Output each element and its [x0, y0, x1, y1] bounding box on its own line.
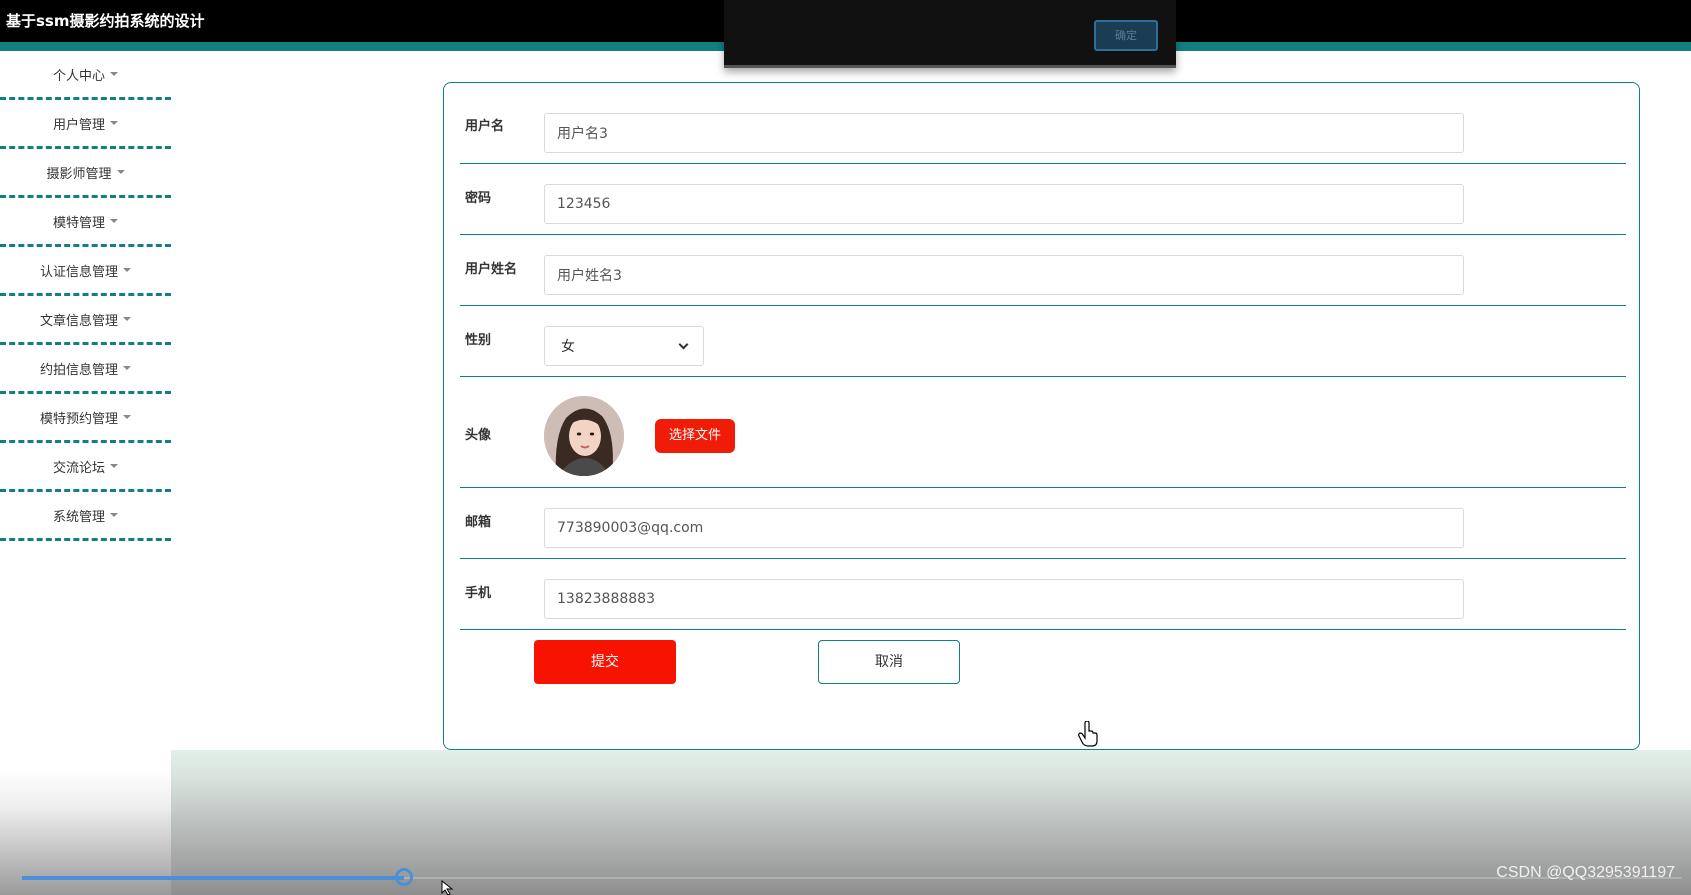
sidebar-item-user-management[interactable]: 用户管理	[0, 100, 171, 149]
username-label: 用户名	[465, 119, 505, 134]
password-label: 密码	[465, 191, 492, 206]
user-edit-form: 用户名 密码 用户姓名 性别 女 头像	[443, 82, 1640, 750]
sidebar-item-article-management[interactable]: 文章信息管理	[0, 296, 171, 345]
mouse-cursor-icon	[441, 880, 454, 895]
form-row-gender: 性别 女	[460, 306, 1626, 377]
username-input[interactable]	[544, 113, 1464, 153]
gender-label: 性别	[465, 333, 492, 348]
sidebar-item-system-management[interactable]: 系统管理	[0, 492, 171, 541]
caret-down-icon	[116, 170, 125, 174]
realname-label: 用户姓名	[465, 262, 518, 277]
sidebar-item-label: 用户管理	[52, 117, 105, 133]
phone-input[interactable]	[544, 579, 1464, 619]
alert-confirm-button[interactable]: 确定	[1094, 20, 1158, 51]
sidebar-item-label: 摄影师管理	[46, 166, 112, 182]
caret-down-icon	[110, 72, 118, 76]
sidebar-item-photographer-management[interactable]: 摄影师管理	[0, 149, 171, 198]
form-row-realname: 用户姓名	[460, 235, 1626, 306]
form-row-email: 邮箱	[460, 488, 1626, 559]
sidebar-item-label: 交流论坛	[52, 460, 105, 476]
sidebar-item-shoot-booking-management[interactable]: 约拍信息管理	[0, 345, 171, 394]
avatar-portrait-icon	[544, 396, 624, 476]
avatar-image	[544, 396, 624, 476]
sidebar-item-label: 约拍信息管理	[39, 362, 118, 378]
sidebar-item-label: 模特预约管理	[39, 411, 118, 427]
caret-down-icon	[110, 464, 118, 468]
submit-button[interactable]: 提交	[534, 640, 676, 684]
sidebar-item-certification-management[interactable]: 认证信息管理	[0, 247, 171, 296]
sidebar: 个人中心 用户管理 摄影师管理 模特管理 认证信息管理 文章信息管理 约拍信息管…	[0, 51, 171, 541]
sidebar-item-model-management[interactable]: 模特管理	[0, 198, 171, 247]
sidebar-item-model-reservation-management[interactable]: 模特预约管理	[0, 394, 171, 443]
email-input[interactable]	[544, 508, 1464, 548]
phone-label: 手机	[465, 586, 492, 601]
sidebar-item-personal-center[interactable]: 个人中心	[0, 51, 171, 100]
alert-dialog: 确定	[724, 0, 1176, 68]
caret-down-icon	[123, 415, 131, 419]
choose-file-button[interactable]: 选择文件	[655, 419, 735, 453]
avatar-label: 头像	[465, 428, 492, 443]
video-progress-handle[interactable]	[395, 868, 413, 886]
caret-down-icon	[110, 121, 118, 125]
sidebar-item-label: 模特管理	[52, 215, 105, 231]
cancel-button[interactable]: 取消	[818, 640, 960, 684]
sidebar-item-label: 文章信息管理	[39, 313, 118, 329]
watermark-text: CSDN @QQ3295391197	[1496, 864, 1675, 881]
sidebar-item-label: 个人中心	[52, 68, 105, 84]
form-row-phone: 手机	[460, 559, 1626, 630]
app-title: 基于ssm摄影约拍系统的设计	[6, 12, 205, 30]
chevron-down-icon	[678, 339, 689, 349]
caret-down-icon	[123, 268, 131, 272]
password-input[interactable]	[544, 184, 1464, 224]
sidebar-item-label: 系统管理	[52, 509, 105, 525]
hand-pointer-icon	[1078, 721, 1098, 747]
realname-input[interactable]	[544, 255, 1464, 295]
gender-selected-value: 女	[561, 339, 575, 355]
form-row-username: 用户名	[460, 83, 1626, 164]
sidebar-item-forum[interactable]: 交流论坛	[0, 443, 171, 492]
caret-down-icon	[110, 219, 118, 223]
caret-down-icon	[123, 317, 131, 321]
caret-down-icon	[123, 366, 131, 370]
email-label: 邮箱	[465, 515, 492, 530]
video-progress-fill	[22, 876, 404, 880]
gender-select[interactable]: 女	[544, 326, 704, 366]
caret-down-icon	[110, 513, 118, 517]
sidebar-item-label: 认证信息管理	[39, 264, 118, 280]
form-row-password: 密码	[460, 164, 1626, 235]
form-row-avatar: 头像 选择文件	[460, 377, 1626, 488]
